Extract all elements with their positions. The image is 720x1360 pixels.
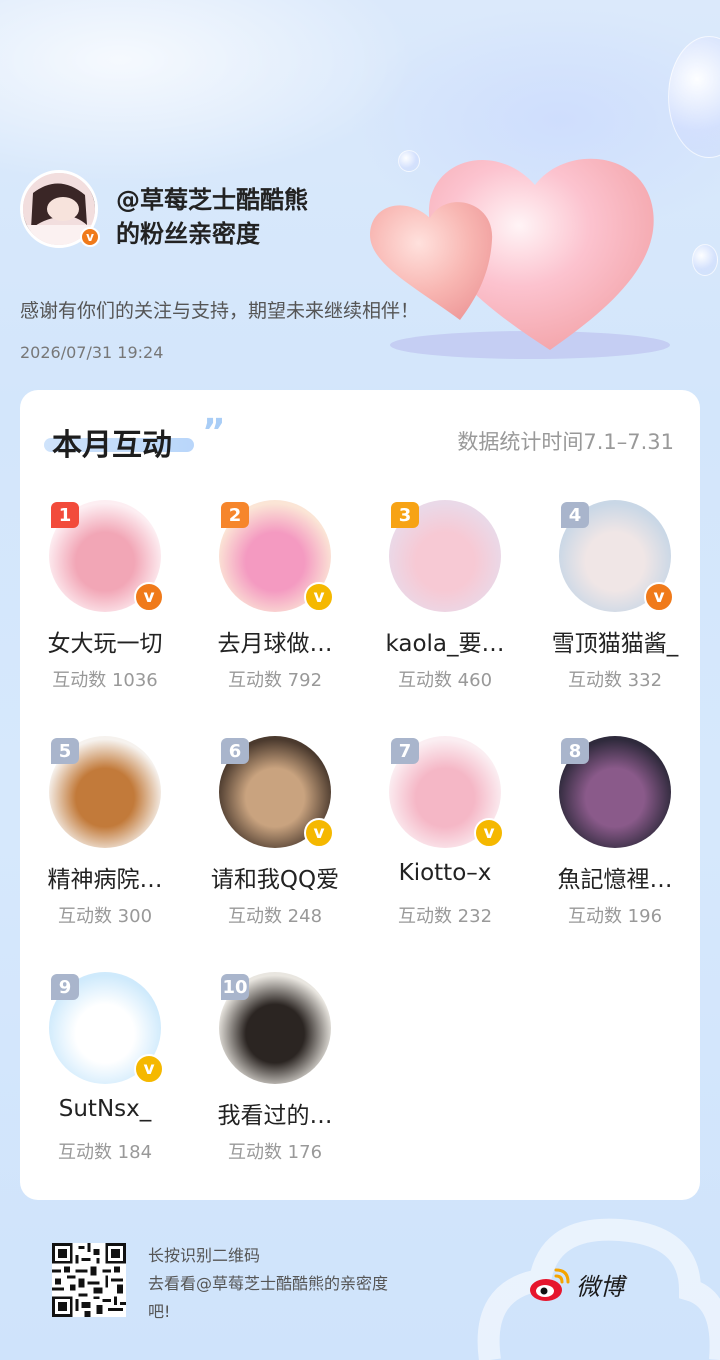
fan-name: 女大玩一切	[47, 631, 163, 657]
qr-code[interactable]	[52, 1243, 126, 1317]
interaction-count: 互动数 184	[57, 1142, 153, 1163]
fan-name: 魚記憶裡…	[557, 867, 673, 893]
fan-name: 请和我QQ爱	[210, 867, 340, 893]
interaction-count: 互动数 196	[567, 906, 663, 927]
rank-badge: 3	[391, 502, 419, 528]
fan-item[interactable]: 2 v 去月球做… 互动数 792	[190, 500, 360, 700]
rank-badge: 8	[561, 738, 589, 764]
verified-icon: v	[304, 582, 334, 612]
fan-name: 雪顶猫猫酱_	[551, 631, 679, 657]
footer-hint-line3: 吧!	[148, 1302, 171, 1321]
weibo-brand-text: 微博	[576, 1272, 624, 1301]
interaction-count: 互动数 332	[567, 670, 663, 691]
rank-badge: 2	[221, 502, 249, 528]
verified-icon: v	[644, 582, 674, 612]
generated-date: 2026/07/31 19:24	[20, 343, 164, 362]
fan-item[interactable]: 1 v 女大玩一切互动数 1036	[20, 500, 190, 700]
weibo-logo[interactable]: 微博	[528, 1262, 638, 1306]
fan-name: kaola_要…	[385, 631, 505, 657]
fan-item[interactable]: 8 魚記憶裡… 互动数 196	[530, 736, 700, 936]
creator-verified-icon: v	[80, 227, 100, 247]
rank-badge: 9	[51, 974, 79, 1000]
verified-icon: v	[474, 818, 504, 848]
interaction-count: 互动数 300	[57, 906, 153, 927]
interaction-count: 互动数 176	[227, 1142, 323, 1163]
footer-hint-line1: 长按识别二维码	[148, 1246, 261, 1265]
fan-name: 我看过的…	[217, 1103, 333, 1129]
stat-period: 数据统计时间7.1–7.31	[457, 430, 674, 454]
thank-you-message: 感谢有你们的关注与支持，期望未来继续相伴！	[20, 300, 420, 322]
page-title-line2: 的粉丝亲密度	[116, 220, 260, 248]
fan-item[interactable]: 9 v SutNsx_ 互动数 184	[20, 972, 190, 1172]
interaction-count: 互动数 792	[227, 670, 323, 691]
interaction-count: 互动数 460	[397, 670, 493, 691]
page-title-line1: @草莓芝士酷酷熊	[116, 186, 308, 214]
fan-item[interactable]: 5 精神病院… 互动数 300	[20, 736, 190, 936]
verified-icon: v	[304, 818, 334, 848]
verified-icon: v	[134, 582, 164, 612]
fan-name: 精神病院…	[47, 867, 163, 893]
fan-name: Kiotto–x	[398, 860, 492, 886]
rank-badge: 6	[221, 738, 249, 764]
interaction-count: 互动数 232	[397, 906, 493, 927]
fan-item[interactable]: 3 kaola_要… 互动数 460	[360, 500, 530, 700]
fan-item[interactable]: 10 我看过的… 互动数 176	[190, 972, 360, 1172]
hearts-illustration	[370, 158, 670, 359]
rank-badge: 4	[561, 502, 589, 528]
decorative-bubble	[692, 244, 718, 276]
rank-badge: 7	[391, 738, 419, 764]
card-title: 本月互动	[52, 428, 172, 463]
fan-item[interactable]: 6 v 请和我QQ爱互动数 248	[190, 736, 360, 936]
monthly-interaction-card: 本月互动 ” 数据统计时间7.1–7.31 1 v 女大玩一切 互动数 1036 2 v 去…	[20, 390, 700, 1200]
fan-item[interactable]: 4 v 雪顶猫猫酱_ 互动数 332	[530, 500, 700, 700]
rank-badge: 10	[221, 974, 249, 1000]
interaction-count: 互动数 248	[227, 906, 323, 927]
quote-mark-icon: ”	[202, 412, 226, 453]
weibo-eye-icon	[530, 1268, 570, 1301]
footer-hint-line2: 去看看@草莓芝士酷酷熊的亲密度	[148, 1274, 389, 1293]
rank-badge: 1	[51, 502, 79, 528]
verified-icon: v	[134, 1054, 164, 1084]
fan-name: SutNsx_	[58, 1096, 152, 1122]
interaction-count: 互动数 1036	[52, 670, 158, 691]
fan-name: 去月球做…	[217, 631, 333, 657]
rank-badge: 5	[51, 738, 79, 764]
fan-item[interactable]: 7 v Kiotto–x 互动数 232	[360, 736, 530, 936]
